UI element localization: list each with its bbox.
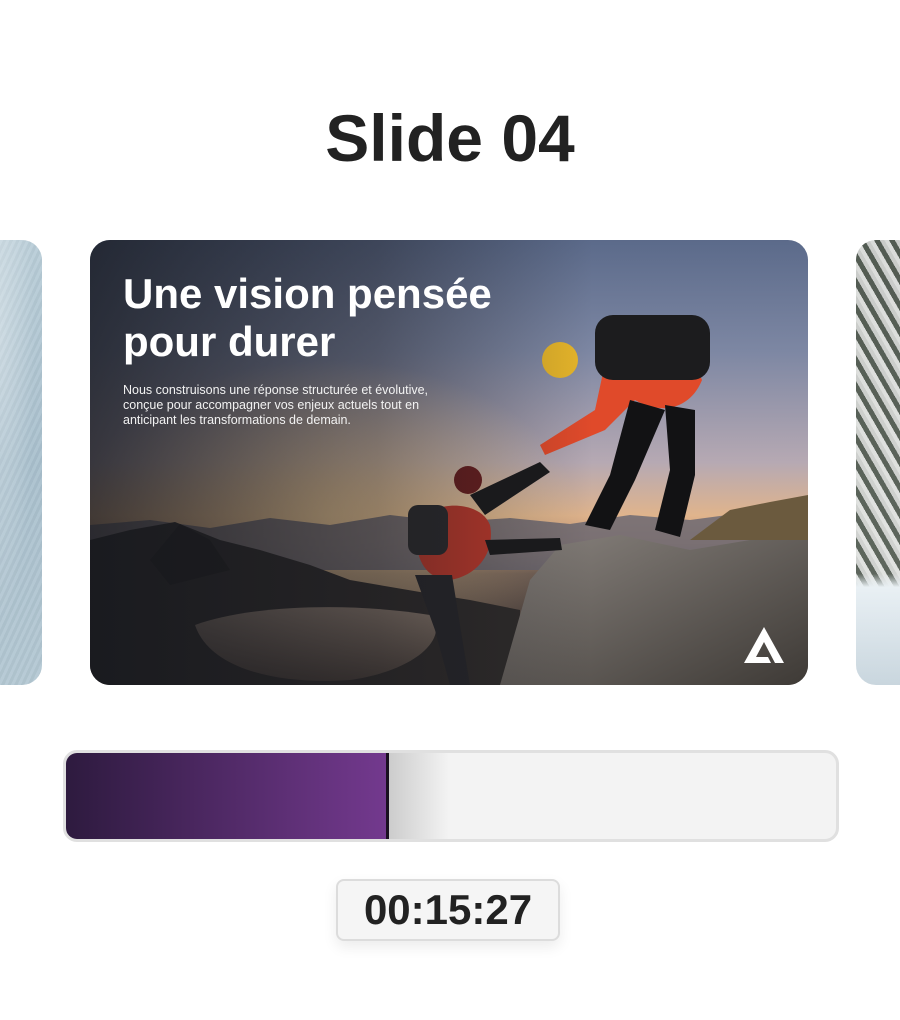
slide-viewer: Slide 04 Une vision pensée pour durer No…	[0, 0, 900, 1020]
current-slide[interactable]: Une vision pensée pour durer Nous constr…	[90, 240, 808, 685]
previous-slide-thumbnail[interactable]	[0, 240, 42, 685]
slide-heading: Une vision pensée pour durer	[123, 270, 492, 365]
progress-fill-edge	[389, 753, 449, 839]
elapsed-timer: 00:15:27	[336, 879, 560, 941]
progress-fill	[66, 753, 389, 839]
page-title: Slide 04	[325, 101, 575, 175]
slide-body-text: Nous construisons une réponse structurée…	[123, 383, 429, 427]
next-slide-thumbnail[interactable]	[856, 240, 900, 685]
a-logo-icon	[744, 627, 784, 663]
slide-progress-bar[interactable]	[63, 750, 839, 842]
